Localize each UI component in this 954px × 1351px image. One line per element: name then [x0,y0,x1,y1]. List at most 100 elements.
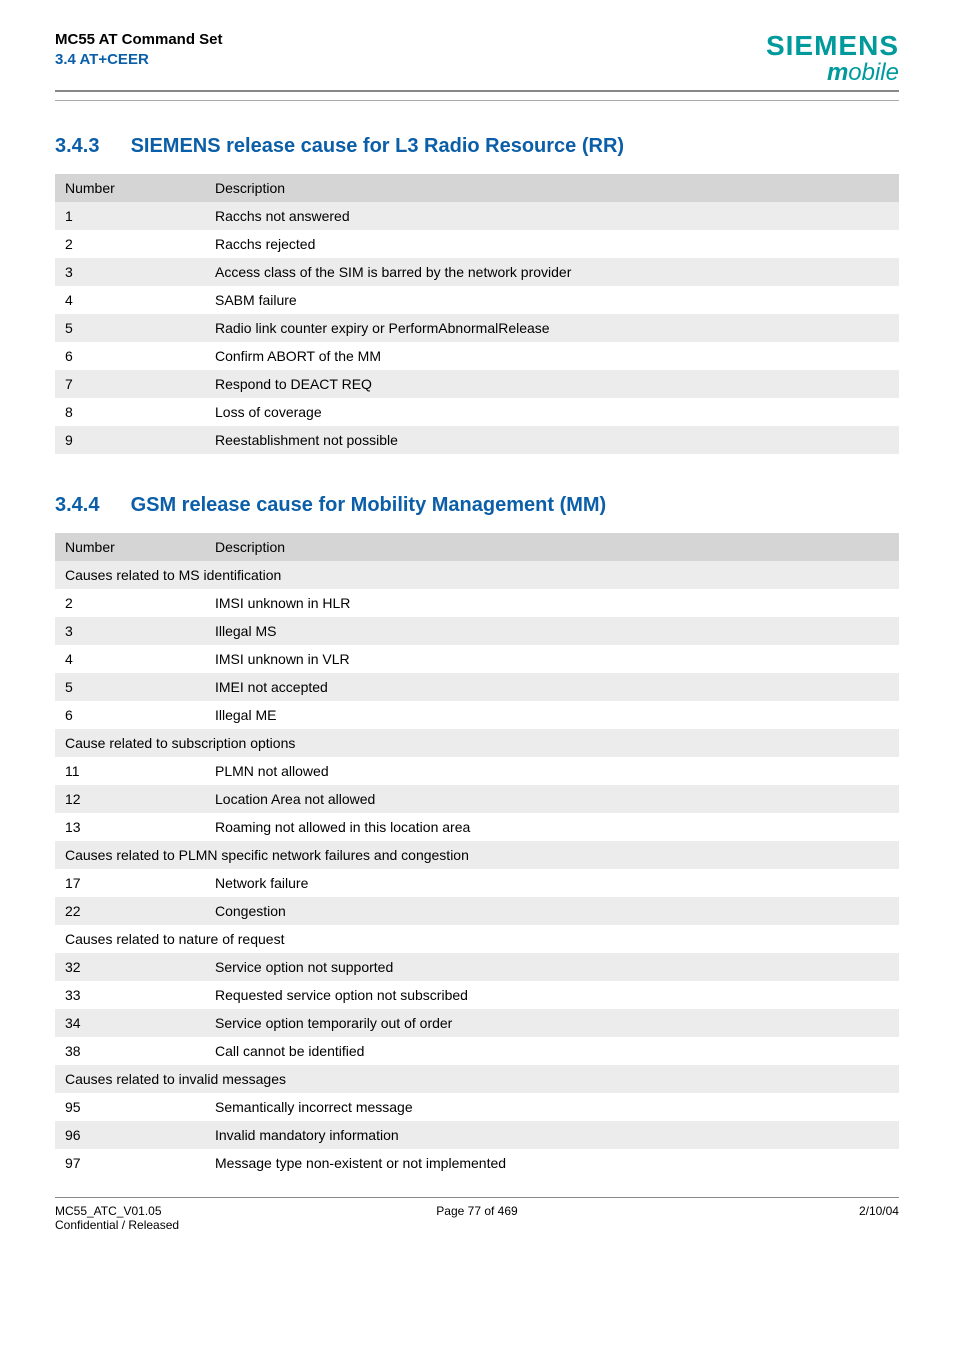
cell-number: 32 [55,953,205,981]
table-row: 3Illegal MS [55,617,899,645]
cell-description: Network failure [205,869,899,897]
section-344-number: 3.4.4 [55,494,125,517]
section-344-heading: 3.4.4 GSM release cause for Mobility Man… [55,494,899,517]
table-group-row: Causes related to nature of request [55,925,899,953]
table-group-row: Cause related to subscription options [55,729,899,757]
cell-description: Message type non-existent or not impleme… [205,1149,899,1177]
cell-description: Illegal ME [205,701,899,729]
cell-number: 3 [55,258,205,286]
table-row: 22Congestion [55,897,899,925]
cell-number: 34 [55,1009,205,1037]
table-row: 97Message type non-existent or not imple… [55,1149,899,1177]
table-344-col-number: Number [55,533,205,561]
cell-description: IMEI not accepted [205,673,899,701]
cell-description: Respond to DEACT REQ [205,370,899,398]
cell-description: IMSI unknown in HLR [205,589,899,617]
cell-description: SABM failure [205,286,899,314]
cell-number: 95 [55,1093,205,1121]
cell-number: 6 [55,701,205,729]
table-344-col-description: Description [205,533,899,561]
table-row: 5Radio link counter expiry or PerformAbn… [55,314,899,342]
table-row: 8Loss of coverage [55,398,899,426]
cell-description: Service option not supported [205,953,899,981]
cell-number: 1 [55,202,205,230]
cell-number: 7 [55,370,205,398]
cell-description: Reestablishment not possible [205,426,899,454]
cell-description: Invalid mandatory information [205,1121,899,1149]
group-label: Cause related to subscription options [55,729,899,757]
footer-version: MC55_ATC_V01.05 [55,1204,162,1218]
table-group-row: Causes related to PLMN specific network … [55,841,899,869]
table-343-col-description: Description [205,174,899,202]
table-row: 4IMSI unknown in VLR [55,645,899,673]
cell-description: Call cannot be identified [205,1037,899,1065]
table-group-row: Causes related to invalid messages [55,1065,899,1093]
cell-description: Requested service option not subscribed [205,981,899,1009]
table-row: 17Network failure [55,869,899,897]
table-group-row: Causes related to MS identification [55,561,899,589]
table-row: 34Service option temporarily out of orde… [55,1009,899,1037]
cell-description: Semantically incorrect message [205,1093,899,1121]
cell-number: 17 [55,869,205,897]
cell-number: 12 [55,785,205,813]
cell-number: 3 [55,617,205,645]
table-row: 38Call cannot be identified [55,1037,899,1065]
cell-number: 22 [55,897,205,925]
table-row: 33Requested service option not subscribe… [55,981,899,1009]
section-343-number: 3.4.3 [55,135,125,158]
table-row: 6Confirm ABORT of the MM [55,342,899,370]
cell-description: Racchs rejected [205,230,899,258]
mobile-logo-m: m [827,59,848,86]
header-rule [55,100,899,101]
cell-description: Racchs not answered [205,202,899,230]
cell-number: 2 [55,230,205,258]
cell-description: Congestion [205,897,899,925]
cell-description: Confirm ABORT of the MM [205,342,899,370]
cell-number: 4 [55,645,205,673]
cell-number: 2 [55,589,205,617]
page-footer: MC55_ATC_V01.05 Confidential / Released … [55,1197,899,1232]
doc-section: 3.4 AT+CEER [55,50,223,70]
table-343-col-number: Number [55,174,205,202]
cell-number: 33 [55,981,205,1009]
footer-confidential: Confidential / Released [55,1218,179,1232]
table-row: 2Racchs rejected [55,230,899,258]
cell-number: 96 [55,1121,205,1149]
table-344: Number Description Causes related to MS … [55,533,899,1177]
cell-number: 4 [55,286,205,314]
table-row: 6Illegal ME [55,701,899,729]
table-row: 95Semantically incorrect message [55,1093,899,1121]
cell-description: Location Area not allowed [205,785,899,813]
table-row: 1Racchs not answered [55,202,899,230]
cell-description: Loss of coverage [205,398,899,426]
table-row: 13Roaming not allowed in this location a… [55,813,899,841]
header-right: SIEMENS mobile [766,30,899,84]
cell-number: 5 [55,314,205,342]
table-row: 11PLMN not allowed [55,757,899,785]
cell-number: 97 [55,1149,205,1177]
cell-number: 8 [55,398,205,426]
cell-number: 9 [55,426,205,454]
cell-number: 11 [55,757,205,785]
table-row: 9Reestablishment not possible [55,426,899,454]
table-row: 96Invalid mandatory information [55,1121,899,1149]
table-row: 12Location Area not allowed [55,785,899,813]
table-row: 4SABM failure [55,286,899,314]
cell-description: Service option temporarily out of order [205,1009,899,1037]
table-row: 32Service option not supported [55,953,899,981]
cell-number: 6 [55,342,205,370]
table-row: 2IMSI unknown in HLR [55,589,899,617]
footer-left: MC55_ATC_V01.05 Confidential / Released [55,1204,336,1232]
group-label: Causes related to MS identification [55,561,899,589]
cell-number: 13 [55,813,205,841]
footer-page: Page 77 of 469 [336,1204,617,1232]
group-label: Causes related to nature of request [55,925,899,953]
cell-description: Illegal MS [205,617,899,645]
group-label: Causes related to invalid messages [55,1065,899,1093]
section-343-title: SIEMENS release cause for L3 Radio Resou… [131,135,625,157]
siemens-logo: SIEMENS [766,30,899,62]
doc-title: MC55 AT Command Set [55,30,223,50]
table-row: 7Respond to DEACT REQ [55,370,899,398]
header-left: MC55 AT Command Set 3.4 AT+CEER [55,30,223,71]
mobile-logo: mobile [766,62,899,84]
